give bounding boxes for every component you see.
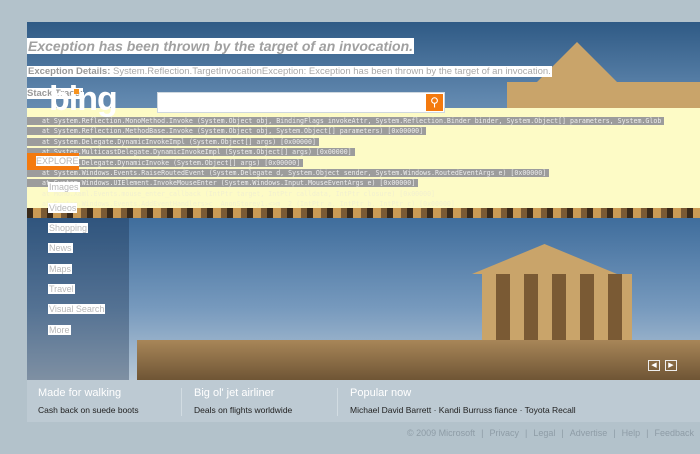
trace-line: at System.MulticastDelegate.DynamicInvok… — [27, 147, 664, 157]
promo-bar: Made for walking Cash back on suede boots… — [27, 380, 700, 422]
logo-dot — [74, 89, 79, 94]
nav-news[interactable]: News — [48, 243, 73, 253]
prev-image-button[interactable]: ◀ — [648, 360, 660, 371]
popular-now: Popular now Michael David Barrett · Kandi… — [350, 387, 576, 415]
promo-title[interactable]: Made for walking — [38, 387, 139, 399]
trace-line: at System.Reflection.MethodBase.Invoke (… — [27, 126, 664, 136]
separator: | — [613, 428, 616, 438]
search-icon[interactable]: ⚲ — [426, 94, 443, 111]
divider — [181, 388, 182, 416]
bing-homepage: Exception has been thrown by the target … — [27, 22, 700, 422]
explore-header[interactable]: EXPLORE — [27, 153, 79, 170]
nav-more[interactable]: More — [48, 325, 71, 335]
separator: | — [525, 428, 528, 438]
nav-images[interactable]: Images — [48, 182, 80, 192]
promo-2[interactable]: Big ol' jet airliner Deals on flights wor… — [194, 387, 292, 415]
next-image-button[interactable]: ▶ — [665, 360, 677, 371]
legal-link[interactable]: Legal — [533, 428, 555, 438]
trace-line: at System.Delegate.DynamicInvokeImpl (Sy… — [27, 137, 664, 147]
exception-details: Exception Details: System.Reflection.Tar… — [27, 66, 552, 77]
trace-line: at System.Delegate.DynamicInvoke (System… — [27, 158, 664, 168]
separator: | — [646, 428, 649, 438]
trace-line: at System.Reflection.MonoMethod.Invoke (… — [27, 116, 665, 126]
popular-links[interactable]: Michael David Barrett · Kandi Burruss fi… — [350, 405, 576, 415]
bing-logo[interactable]: bing — [49, 82, 118, 116]
separator: | — [481, 428, 484, 438]
nav-panel — [27, 218, 129, 380]
promo-link[interactable]: Deals on flights worldwide — [194, 405, 292, 415]
promo-title[interactable]: Big ol' jet airliner — [194, 387, 292, 399]
details-label: Exception Details: — [28, 66, 111, 77]
feedback-link[interactable]: Feedback — [654, 428, 694, 438]
nav-shopping[interactable]: Shopping — [48, 223, 89, 233]
promo-title: Popular now — [350, 387, 412, 399]
nav-visual-search[interactable]: Visual Search — [48, 304, 106, 314]
promo-link[interactable]: Cash back on suede boots — [38, 405, 139, 415]
nav-maps[interactable]: Maps — [48, 264, 73, 274]
search-input[interactable]: ⚲ — [157, 92, 445, 113]
details-text: System.Reflection.TargetInvocationExcept… — [113, 66, 551, 77]
privacy-link[interactable]: Privacy — [490, 428, 520, 438]
trace-line: at System.Windows.Events.AddEventHandler… — [42, 200, 455, 209]
copyright: © 2009 Microsoft — [406, 428, 476, 438]
advertise-link[interactable]: Advertise — [570, 428, 608, 438]
nav-videos[interactable]: Videos — [48, 203, 78, 213]
error-title: Exception has been thrown by the target … — [27, 38, 415, 54]
separator: | — [561, 428, 564, 438]
help-link[interactable]: Help — [622, 428, 641, 438]
divider — [337, 388, 338, 416]
nav-travel[interactable]: Travel — [48, 284, 75, 294]
trace-line: at System.Windows.UIElement.InvokeMouseE… — [27, 178, 664, 188]
trace-line: at System.Windows.Events.RaiseRoutedEven… — [27, 168, 664, 178]
promo-1[interactable]: Made for walking Cash back on suede boots — [38, 387, 139, 415]
footer: © 2009 Microsoft | Privacy | Legal | Advertise… — [404, 428, 697, 438]
explore-label: EXPLORE — [36, 156, 79, 166]
ruins — [137, 340, 700, 380]
stack-trace: at System.Reflection.MonoMethod.Invoke (… — [27, 116, 665, 210]
trace-line: at Mono.Xaml.Events.mouse_enter_callback… — [42, 189, 436, 198]
